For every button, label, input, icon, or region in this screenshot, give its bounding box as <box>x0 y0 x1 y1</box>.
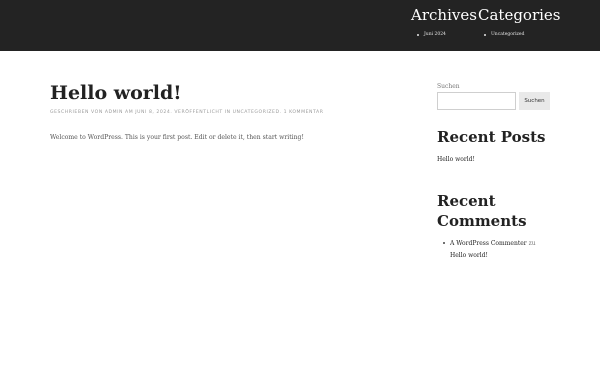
search-label: Suchen <box>437 83 460 90</box>
comment-post-link[interactable]: Hello world! <box>450 252 488 259</box>
recent-comment: A WordPress Commenter zu <box>450 240 536 247</box>
search-button[interactable]: Suchen <box>519 92 550 110</box>
categories-widget: Categories Uncategorized <box>478 6 561 37</box>
categories-title: Categories <box>478 6 561 24</box>
post-title[interactable]: Hello world! <box>50 82 182 104</box>
archives-widget: Archives Juni 2024 <box>411 6 477 37</box>
category-link[interactable]: Uncategorized <box>484 32 561 37</box>
archives-list: Juni 2024 <box>417 32 477 37</box>
categories-list: Uncategorized <box>484 32 561 37</box>
search-input[interactable] <box>437 92 516 110</box>
comment-bullet <box>443 242 445 244</box>
top-bar: Archives Juni 2024 Categories Uncategori… <box>0 0 600 51</box>
archive-link[interactable]: Juni 2024 <box>417 32 477 37</box>
comment-on-text: zu <box>528 240 536 247</box>
post-meta: GESCHRIEBEN VON ADMIN AM JUNI 8, 2024. V… <box>50 110 324 115</box>
recent-posts-title: Recent Posts <box>437 128 546 146</box>
archives-title: Archives <box>411 6 477 24</box>
recent-post-link[interactable]: Hello world! <box>437 156 475 163</box>
post-content: Welcome to WordPress. This is your first… <box>50 134 304 141</box>
recent-comments-title: Recent Comments <box>437 192 527 230</box>
comment-author-link[interactable]: A WordPress Commenter <box>450 240 527 247</box>
